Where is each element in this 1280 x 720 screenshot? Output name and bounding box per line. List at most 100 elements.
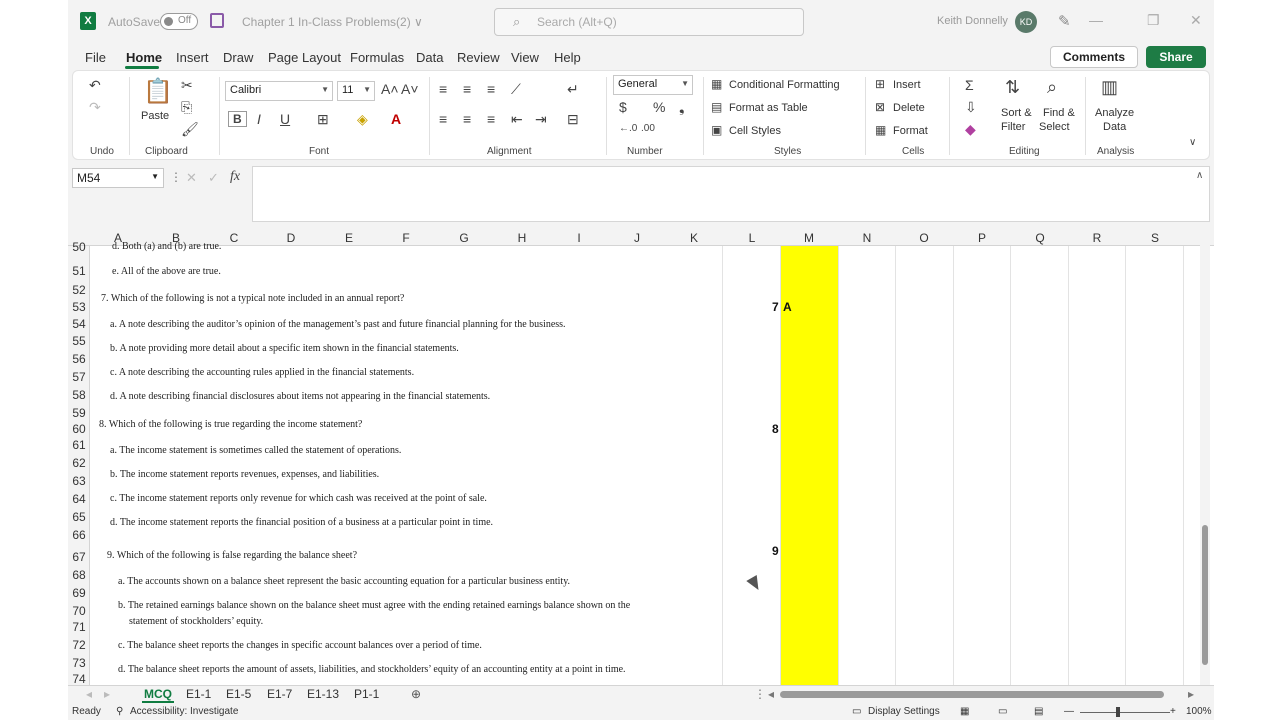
- col-header-c[interactable]: C: [226, 231, 242, 245]
- col-header-j[interactable]: J: [629, 231, 645, 245]
- row-number[interactable]: 62: [68, 456, 90, 470]
- formula-input[interactable]: [252, 166, 1210, 222]
- name-box[interactable]: M54 ▼: [72, 168, 164, 188]
- col-header-g[interactable]: G: [456, 231, 472, 245]
- scroll-left-icon[interactable]: ◂: [768, 687, 774, 701]
- row-number[interactable]: 54: [68, 317, 90, 331]
- row-number[interactable]: 70: [68, 604, 90, 618]
- answer-cell[interactable]: A: [783, 300, 792, 314]
- row-number[interactable]: 53: [68, 300, 90, 314]
- col-header-d[interactable]: D: [283, 231, 299, 245]
- question-number-cell[interactable]: 8: [772, 422, 779, 436]
- format-button[interactable]: Format: [893, 125, 928, 137]
- increase-font-icon[interactable]: A˄: [381, 81, 399, 97]
- analyze-data-label-2[interactable]: Data: [1103, 121, 1126, 133]
- row-number[interactable]: 52: [68, 283, 90, 297]
- align-left-icon[interactable]: ≡: [439, 111, 447, 127]
- sheet-tab-e1-1[interactable]: E1-1: [186, 687, 211, 701]
- delete-button[interactable]: Delete: [893, 102, 925, 114]
- normal-view-icon[interactable]: ▦: [960, 706, 969, 717]
- horizontal-scroll-thumb[interactable]: [780, 691, 1164, 698]
- tab-review[interactable]: Review: [457, 50, 500, 65]
- copy-icon[interactable]: ⎘: [181, 99, 192, 116]
- row-number[interactable]: 71: [68, 620, 90, 634]
- col-header-k[interactable]: K: [686, 231, 702, 245]
- col-header-h[interactable]: H: [514, 231, 530, 245]
- row-number[interactable]: 55: [68, 334, 90, 348]
- row-number[interactable]: 74: [68, 672, 90, 685]
- question-number-cell[interactable]: 9: [772, 544, 779, 558]
- col-header-s[interactable]: S: [1147, 231, 1163, 245]
- prev-sheet-icon[interactable]: ◂: [86, 687, 92, 701]
- cell-styles-button[interactable]: Cell Styles: [729, 125, 781, 137]
- pen-icon[interactable]: ✎: [1058, 12, 1071, 30]
- row-number[interactable]: 61: [68, 438, 90, 452]
- avatar[interactable]: KD: [1015, 11, 1037, 33]
- cut-icon[interactable]: ✂: [181, 77, 193, 94]
- share-button[interactable]: Share: [1146, 46, 1206, 68]
- row-number[interactable]: 63: [68, 474, 90, 488]
- search-box[interactable]: ⌕ Search (Alt+Q): [494, 8, 804, 36]
- wrap-text-icon[interactable]: ↵: [567, 81, 579, 98]
- find-select-label-1[interactable]: Find &: [1043, 107, 1075, 119]
- clipboard-icon[interactable]: 📋: [143, 77, 173, 106]
- cancel-icon[interactable]: ✕: [186, 170, 197, 186]
- row-number[interactable]: 59: [68, 406, 90, 420]
- col-header-r[interactable]: R: [1089, 231, 1105, 245]
- tab-data[interactable]: Data: [416, 50, 443, 65]
- undo-icon[interactable]: ↶: [89, 77, 101, 94]
- sheet-tab-e1-13[interactable]: E1-13: [307, 687, 339, 701]
- tab-draw[interactable]: Draw: [223, 50, 253, 65]
- sheet-options-icon[interactable]: ⋮: [754, 687, 766, 701]
- collapse-ribbon-icon[interactable]: ∨: [1189, 137, 1196, 148]
- zoom-out-icon[interactable]: —: [1064, 706, 1074, 717]
- font-name-select[interactable]: Calibri ▼: [225, 81, 333, 101]
- save-icon[interactable]: [210, 13, 224, 28]
- tab-view[interactable]: View: [511, 50, 539, 65]
- align-bottom-icon[interactable]: ≡: [487, 81, 495, 97]
- align-right-icon[interactable]: ≡: [487, 111, 495, 127]
- col-header-i[interactable]: I: [571, 231, 587, 245]
- sheet-tab-mcq[interactable]: MCQ: [142, 687, 174, 703]
- orientation-icon[interactable]: ⟋: [511, 81, 521, 98]
- paste-label[interactable]: Paste: [141, 110, 169, 122]
- col-header-l[interactable]: L: [744, 231, 760, 245]
- display-settings[interactable]: Display Settings: [868, 706, 940, 717]
- bold-icon[interactable]: B: [228, 111, 247, 127]
- close-icon[interactable]: ✕: [1190, 12, 1202, 29]
- autosave-toggle[interactable]: Off: [160, 13, 198, 30]
- add-sheet-icon[interactable]: ⊕: [411, 687, 421, 701]
- format-as-table-button[interactable]: Format as Table: [729, 102, 808, 114]
- clear-icon[interactable]: ◆: [965, 121, 976, 138]
- worksheet-grid[interactable]: A B C D E F G H I J K L M N O P Q R S 50…: [68, 230, 1214, 685]
- underline-icon[interactable]: U: [280, 111, 290, 127]
- tab-file[interactable]: File: [85, 50, 106, 65]
- comments-button[interactable]: Comments: [1050, 46, 1138, 68]
- tab-page-layout[interactable]: Page Layout: [268, 50, 341, 65]
- zoom-in-icon[interactable]: +: [1170, 706, 1176, 717]
- row-number[interactable]: 73: [68, 656, 90, 670]
- document-title[interactable]: Chapter 1 In-Class Problems(2) ∨: [242, 15, 423, 29]
- col-header-n[interactable]: N: [859, 231, 875, 245]
- tab-formulas[interactable]: Formulas: [350, 50, 404, 65]
- percent-icon[interactable]: %: [653, 99, 665, 115]
- decrease-decimal-icon[interactable]: .00: [641, 123, 655, 134]
- redo-icon[interactable]: ↷: [89, 99, 101, 116]
- more-icon[interactable]: ⋮: [170, 170, 182, 184]
- restore-icon[interactable]: ❐: [1147, 12, 1160, 29]
- col-header-f[interactable]: F: [398, 231, 414, 245]
- insert-button[interactable]: Insert: [893, 79, 921, 91]
- scroll-right-icon[interactable]: ▸: [1188, 687, 1194, 701]
- row-number[interactable]: 65: [68, 510, 90, 524]
- align-center-icon[interactable]: ≡: [463, 111, 471, 127]
- align-middle-icon[interactable]: ≡: [463, 81, 471, 97]
- col-header-p[interactable]: P: [974, 231, 990, 245]
- row-number[interactable]: 56: [68, 352, 90, 366]
- sort-filter-label-1[interactable]: Sort &: [1001, 107, 1032, 119]
- font-color-icon[interactable]: A: [391, 111, 401, 127]
- col-header-e[interactable]: E: [341, 231, 357, 245]
- sort-filter-label-2[interactable]: Filter: [1001, 121, 1025, 133]
- zoom-slider-thumb[interactable]: [1116, 707, 1120, 717]
- col-header-m[interactable]: M: [801, 231, 817, 245]
- row-number[interactable]: 58: [68, 388, 90, 402]
